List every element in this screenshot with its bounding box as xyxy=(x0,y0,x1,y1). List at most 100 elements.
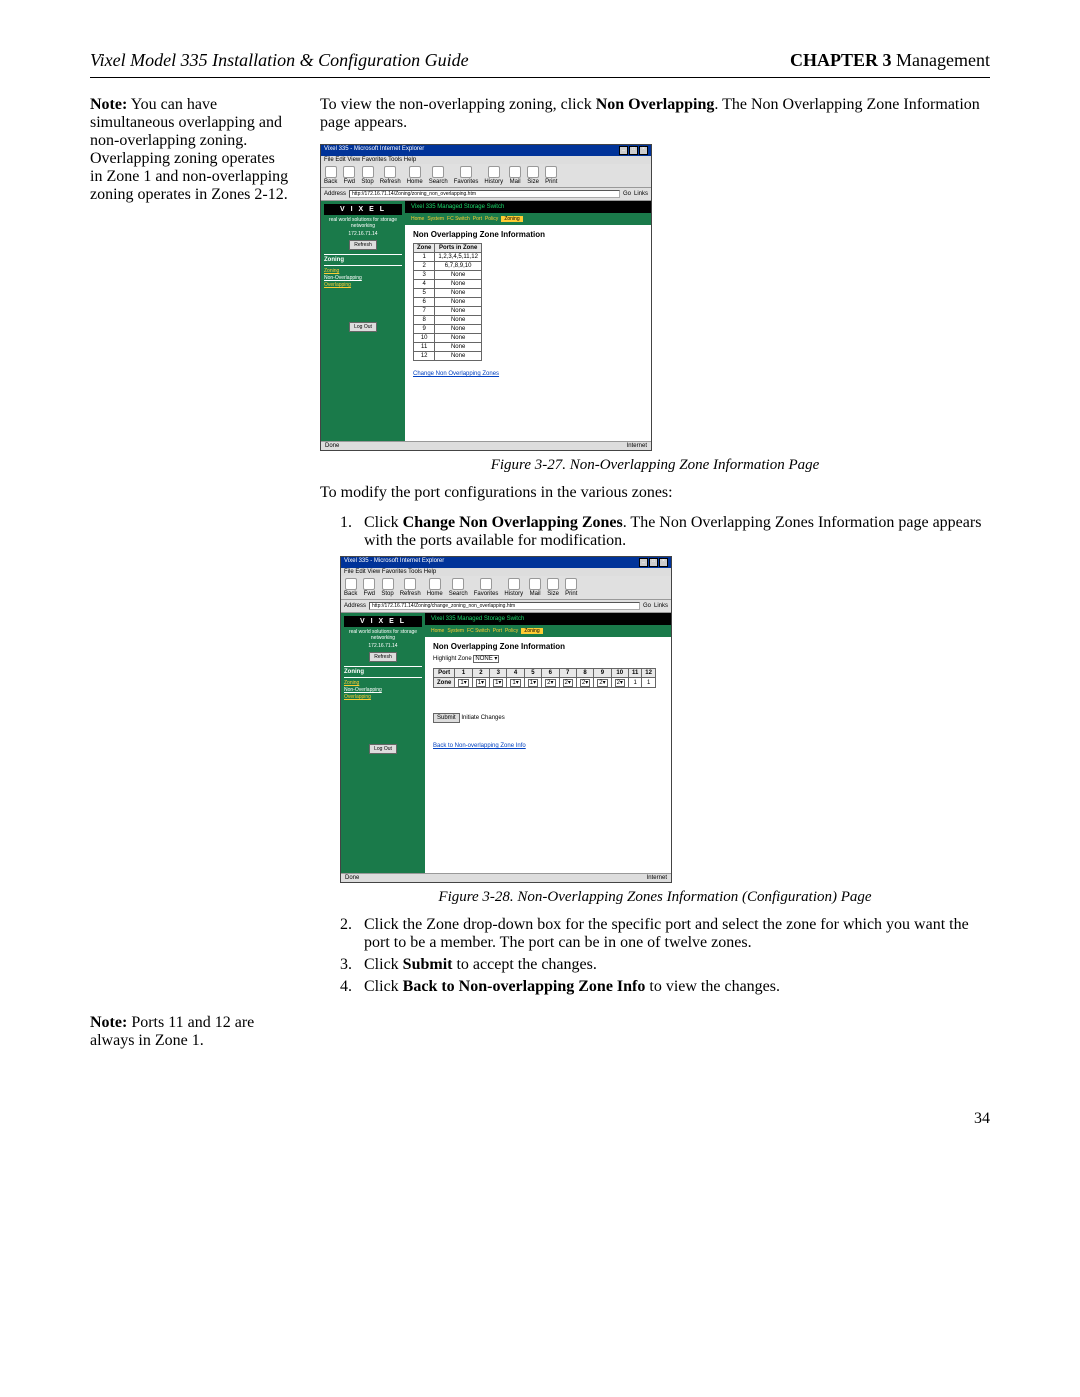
tab-fc-switch[interactable]: FC Switch xyxy=(467,628,490,634)
browser-menu[interactable]: File Edit View Favorites Tools Help xyxy=(321,156,651,164)
mail-button[interactable]: Mail xyxy=(509,166,521,185)
search-button[interactable]: Search xyxy=(449,578,468,597)
size-button[interactable]: Size xyxy=(547,578,559,597)
close-icon[interactable]: × xyxy=(659,558,668,567)
address-input[interactable]: http://172.16.71.14/Zoning/zoning_non_ov… xyxy=(349,190,620,198)
zone-select[interactable]: 2▾ xyxy=(597,679,607,687)
figure-27-screenshot: Vixel 335 - Microsoft Internet Explorer … xyxy=(320,144,652,451)
size-button[interactable]: Size xyxy=(527,166,539,185)
address-input[interactable]: http://172.16.71.14/Zoning/change_zoning… xyxy=(369,602,640,610)
search-button[interactable]: Search xyxy=(429,166,448,185)
step-num: 4. xyxy=(340,978,364,996)
close-icon[interactable]: × xyxy=(639,146,648,155)
side-refresh-button[interactable]: Refresh xyxy=(369,652,397,662)
tab-home[interactable]: Home xyxy=(411,216,424,222)
tab-port[interactable]: Port xyxy=(493,628,502,634)
table-row: 12None xyxy=(414,352,482,361)
tab-fc-switch[interactable]: FC Switch xyxy=(447,216,470,222)
table-row: 7None xyxy=(414,307,482,316)
search-icon xyxy=(452,578,464,590)
favorites-button[interactable]: Favorites xyxy=(454,166,479,185)
go-button[interactable]: Go xyxy=(623,191,631,197)
table-row: 4None xyxy=(414,280,482,289)
maximize-icon[interactable]: □ xyxy=(649,558,658,567)
nav-zoning[interactable]: Zoning xyxy=(344,680,422,686)
mail-button[interactable]: Mail xyxy=(529,578,541,597)
chapter-name: Management xyxy=(892,50,990,70)
tab-policy[interactable]: Policy xyxy=(505,628,518,634)
forward-button[interactable]: Fwd xyxy=(343,166,355,185)
nav-non-overlapping[interactable]: Non-Overlapping xyxy=(344,687,422,693)
refresh-button[interactable]: Refresh xyxy=(380,166,401,185)
minimize-icon[interactable]: _ xyxy=(639,558,648,567)
stop-button[interactable]: Stop xyxy=(381,578,393,597)
nav-non-overlapping[interactable]: Non-Overlapping xyxy=(324,275,402,281)
table-row: 10None xyxy=(414,334,482,343)
header-rule xyxy=(90,77,990,78)
tab-zoning[interactable]: Zoning xyxy=(501,216,522,222)
side-note-1: Note: You can have simultaneous overlapp… xyxy=(90,96,290,204)
logout-button[interactable]: Log Out xyxy=(349,322,377,332)
page-heading: Non Overlapping Zone Information xyxy=(433,642,663,651)
nav-zoning[interactable]: Zoning xyxy=(324,268,402,274)
nav-overlapping[interactable]: Overlapping xyxy=(344,694,422,700)
tab-zoning[interactable]: Zoning xyxy=(521,628,542,634)
zone-select[interactable]: 1▾ xyxy=(476,679,486,687)
print-button[interactable]: Print xyxy=(565,578,577,597)
history-button[interactable]: History xyxy=(484,166,503,185)
table-row: 11,2,3,4,5,11,12 xyxy=(414,253,482,262)
size-icon xyxy=(547,578,559,590)
zone-select[interactable]: 1▾ xyxy=(510,679,520,687)
favorites-button[interactable]: Favorites xyxy=(474,578,499,597)
side-refresh-button[interactable]: Refresh xyxy=(349,240,377,250)
history-button[interactable]: History xyxy=(504,578,523,597)
zone-select[interactable]: 1▾ xyxy=(458,679,468,687)
refresh-icon xyxy=(404,578,416,590)
maximize-icon[interactable]: □ xyxy=(629,146,638,155)
home-button[interactable]: Home xyxy=(407,166,423,185)
history-icon xyxy=(508,578,520,590)
status-internet: Internet xyxy=(627,443,647,449)
browser-title: Vixel 335 - Microsoft Internet Explorer xyxy=(344,558,444,567)
zone-select[interactable]: 2▾ xyxy=(545,679,555,687)
table-row: 8None xyxy=(414,316,482,325)
nav-overlapping[interactable]: Overlapping xyxy=(324,282,402,288)
zone-select[interactable]: 2▾ xyxy=(580,679,590,687)
print-button[interactable]: Print xyxy=(545,166,557,185)
go-button[interactable]: Go xyxy=(643,603,651,609)
highlight-zone-select[interactable]: NONE ▾ xyxy=(473,655,499,663)
table-row: 26,7,8,9,10 xyxy=(414,262,482,271)
tab-system[interactable]: System xyxy=(447,628,464,634)
device-ip: 172.16.71.14 xyxy=(324,231,402,237)
back-to-zone-info-link[interactable]: Back to Non-overlapping Zone Info xyxy=(433,743,526,749)
links-button[interactable]: Links xyxy=(654,603,668,609)
stop-icon xyxy=(382,578,394,590)
tab-home[interactable]: Home xyxy=(431,628,444,634)
logout-button[interactable]: Log Out xyxy=(369,744,397,754)
browser-menu[interactable]: File Edit View Favorites Tools Help xyxy=(341,568,671,576)
back-button[interactable]: Back xyxy=(344,578,357,597)
status-internet: Internet xyxy=(647,875,667,881)
intro-pre: To view the non-overlapping zoning, clic… xyxy=(320,96,596,113)
address-label: Address xyxy=(344,603,366,609)
tab-policy[interactable]: Policy xyxy=(485,216,498,222)
zone-select[interactable]: 2▾ xyxy=(615,679,625,687)
zone-select[interactable]: 1▾ xyxy=(528,679,538,687)
status-done: Done xyxy=(325,443,339,449)
submit-bold: Submit xyxy=(403,956,453,973)
back-button[interactable]: Back xyxy=(324,166,337,185)
size-icon xyxy=(527,166,539,178)
home-button[interactable]: Home xyxy=(427,578,443,597)
zone-select[interactable]: 2▾ xyxy=(563,679,573,687)
submit-button[interactable]: Submit xyxy=(433,713,460,723)
refresh-button[interactable]: Refresh xyxy=(400,578,421,597)
links-button[interactable]: Links xyxy=(634,191,648,197)
modify-intro: To modify the port configurations in the… xyxy=(320,484,990,502)
forward-button[interactable]: Fwd xyxy=(363,578,375,597)
minimize-icon[interactable]: _ xyxy=(619,146,628,155)
zone-select[interactable]: 1▾ xyxy=(493,679,503,687)
change-zones-link[interactable]: Change Non Overlapping Zones xyxy=(413,371,499,377)
stop-button[interactable]: Stop xyxy=(361,166,373,185)
tab-system[interactable]: System xyxy=(427,216,444,222)
tab-port[interactable]: Port xyxy=(473,216,482,222)
